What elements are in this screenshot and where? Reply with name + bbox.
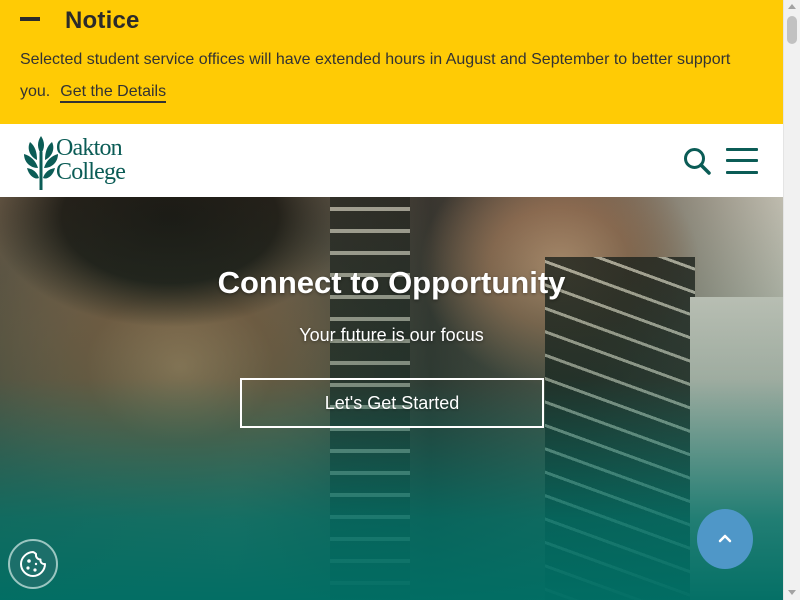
get-details-link[interactable]: Get the Details [60, 83, 167, 103]
hamburger-bar [726, 171, 758, 174]
logo-wordmark: Oakton College [56, 135, 126, 185]
hamburger-bar [726, 159, 758, 162]
hamburger-menu-icon [726, 148, 758, 151]
page: Notice Selected student service offices … [0, 0, 783, 600]
browser-viewport: Notice Selected student service offices … [0, 0, 800, 600]
notice-message: Selected student service offices will ha… [20, 44, 760, 108]
search-icon [684, 148, 711, 175]
hero-title: Connect to Opportunity [217, 265, 566, 300]
main-menu-button[interactable] [726, 146, 760, 176]
vertical-scrollbar[interactable] [783, 0, 800, 600]
oak-leaf-icon [24, 136, 58, 190]
collapse-notice-button[interactable] [14, 6, 46, 32]
scroll-down-arrow-icon[interactable] [788, 590, 796, 595]
cookie-icon [20, 551, 46, 577]
minus-icon [20, 17, 40, 21]
back-to-top-button[interactable] [697, 509, 753, 569]
logo-line-college: College [56, 159, 126, 185]
cookie-settings-button[interactable] [8, 539, 58, 589]
scrollbar-thumb[interactable] [787, 16, 797, 44]
scroll-up-arrow-icon[interactable] [788, 4, 796, 9]
hero-banner: Connect to Opportunity Your future is ou… [0, 197, 783, 600]
notice-title: Notice [65, 7, 140, 34]
hero-subtitle: Your future is our focus [299, 325, 484, 345]
chevron-up-icon [718, 534, 732, 543]
logo-line-oakton: Oakton [56, 135, 123, 161]
oakton-college-logo[interactable]: Oakton College [22, 134, 152, 190]
notice-banner: Notice Selected student service offices … [0, 0, 783, 124]
search-button[interactable] [682, 146, 712, 176]
site-header: Oakton College [0, 124, 783, 197]
get-started-button[interactable]: Let's Get Started [240, 378, 544, 428]
